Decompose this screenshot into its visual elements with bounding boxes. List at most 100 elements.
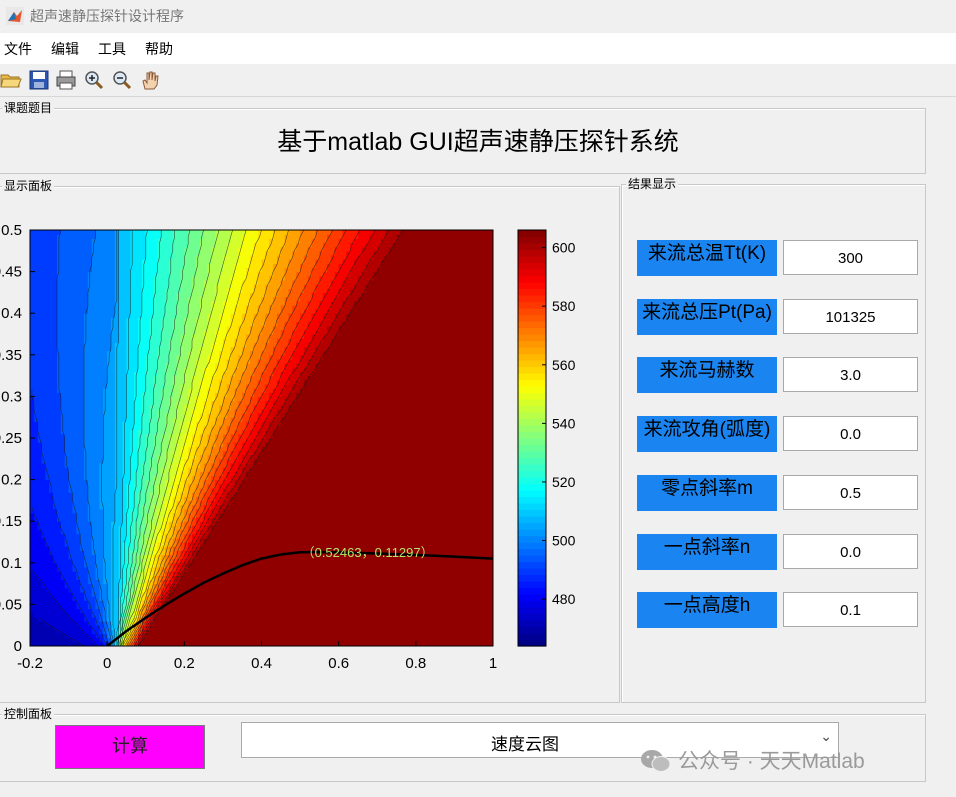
- zoom-out-icon[interactable]: [111, 69, 133, 91]
- contour-cell: [72, 271, 77, 277]
- velocity-contour-chart[interactable]: （0.52463，0.11297） -0.200.20.40.60.81 00.…: [0, 200, 620, 700]
- contour-cell: [134, 429, 139, 435]
- contour-cell: [68, 508, 74, 514]
- contour-cell: [130, 375, 135, 381]
- menu-file[interactable]: 文件: [4, 39, 32, 59]
- contour-cell: [72, 234, 77, 239]
- contour-cell: [199, 566, 205, 572]
- contour-cell: [30, 621, 35, 626]
- contour-cell: [60, 512, 66, 518]
- contour-cell: [91, 500, 97, 506]
- contour-cell: [184, 329, 189, 335]
- contour-cell: [176, 292, 182, 298]
- contour-cell: [80, 263, 85, 269]
- zoom-in-icon[interactable]: [83, 69, 105, 91]
- contour-cell: [134, 242, 139, 248]
- contour-cell: [95, 433, 101, 439]
- contour-cell: [72, 392, 77, 397]
- contour-cell: [111, 292, 116, 298]
- contour-cell: [53, 550, 58, 556]
- contour-cell: [161, 450, 166, 456]
- contour-cell: [57, 612, 62, 618]
- contour-cell: [37, 537, 43, 543]
- contour-cell: [122, 279, 128, 285]
- print-icon[interactable]: [55, 69, 77, 91]
- contour-cell: [33, 296, 39, 302]
- contour-cell: [161, 300, 166, 306]
- contour-cell: [57, 267, 62, 273]
- contour-cell: [76, 442, 81, 447]
- contour-cell: [68, 571, 74, 576]
- contour-cell: [30, 254, 35, 260]
- menu-help[interactable]: 帮助: [145, 39, 173, 59]
- contour-cell: [111, 254, 116, 260]
- contour-cell: [64, 254, 70, 260]
- contour-cell: [57, 309, 62, 314]
- contour-cell: [149, 525, 155, 531]
- contour-cell: [199, 317, 205, 323]
- contour-cell: [87, 300, 93, 306]
- contour-cell: [168, 608, 174, 614]
- open-icon[interactable]: [0, 69, 22, 91]
- contour-cell: [72, 433, 77, 439]
- contour-cell: [30, 587, 35, 593]
- contour-cell: [153, 321, 158, 327]
- contour-cell: [176, 616, 182, 622]
- contour-cell: [219, 621, 224, 626]
- contour-cell: [72, 492, 77, 497]
- contour-cell: [95, 517, 101, 522]
- contour-cell: [72, 275, 77, 281]
- menu-edit[interactable]: 编辑: [51, 39, 79, 59]
- contour-cell: [215, 400, 220, 406]
- contour-cell: [64, 304, 70, 310]
- contour-cell: [103, 521, 108, 526]
- contour-cell: [176, 608, 182, 614]
- contour-cell: [122, 550, 128, 556]
- save-icon[interactable]: [28, 69, 50, 91]
- contour-cell: [87, 425, 93, 431]
- contour-cell: [215, 346, 220, 352]
- contour-cell: [188, 238, 193, 244]
- contour-cell: [45, 279, 50, 285]
- contour-cell: [64, 267, 70, 273]
- contour-cell: [114, 413, 120, 418]
- contour-cell: [64, 375, 70, 381]
- contour-cell: [57, 479, 62, 485]
- contour-cell: [153, 279, 158, 285]
- contour-cell: [195, 275, 201, 281]
- contour-cell: [33, 292, 39, 298]
- contour-cell: [195, 616, 201, 622]
- contour-cell: [168, 238, 174, 244]
- menu-tools[interactable]: 工具: [98, 39, 126, 59]
- contour-cell: [49, 500, 54, 506]
- contour-cell: [80, 616, 85, 622]
- contour-cell: [30, 487, 35, 493]
- contour-cell: [195, 238, 201, 244]
- contour-cell: [57, 475, 62, 481]
- contour-cell: [91, 633, 97, 639]
- contour-cell: [188, 250, 193, 256]
- contour-cell: [68, 417, 74, 422]
- contour-cell: [53, 396, 58, 402]
- contour-cell: [68, 288, 74, 293]
- contour-cell: [192, 230, 197, 235]
- contour-cell: [153, 300, 158, 306]
- contour-cell: [172, 458, 178, 464]
- contour-cell: [130, 292, 135, 298]
- contour-cell: [215, 408, 220, 414]
- contour-cell: [165, 334, 170, 339]
- contour-cell: [184, 267, 189, 273]
- contour-cell: [134, 383, 139, 389]
- contour-cell: [195, 234, 201, 239]
- contour-cell: [165, 637, 170, 643]
- contour-cell: [37, 325, 43, 331]
- contour-cell: [64, 238, 70, 244]
- contour-cell: [80, 529, 85, 535]
- contour-cell: [45, 554, 50, 560]
- contour-cell: [145, 309, 151, 314]
- contour-cell: [199, 612, 205, 618]
- contour-cell: [153, 413, 158, 418]
- contour-cell: [157, 275, 162, 281]
- pan-icon[interactable]: [139, 69, 161, 91]
- contour-cell: [130, 279, 135, 285]
